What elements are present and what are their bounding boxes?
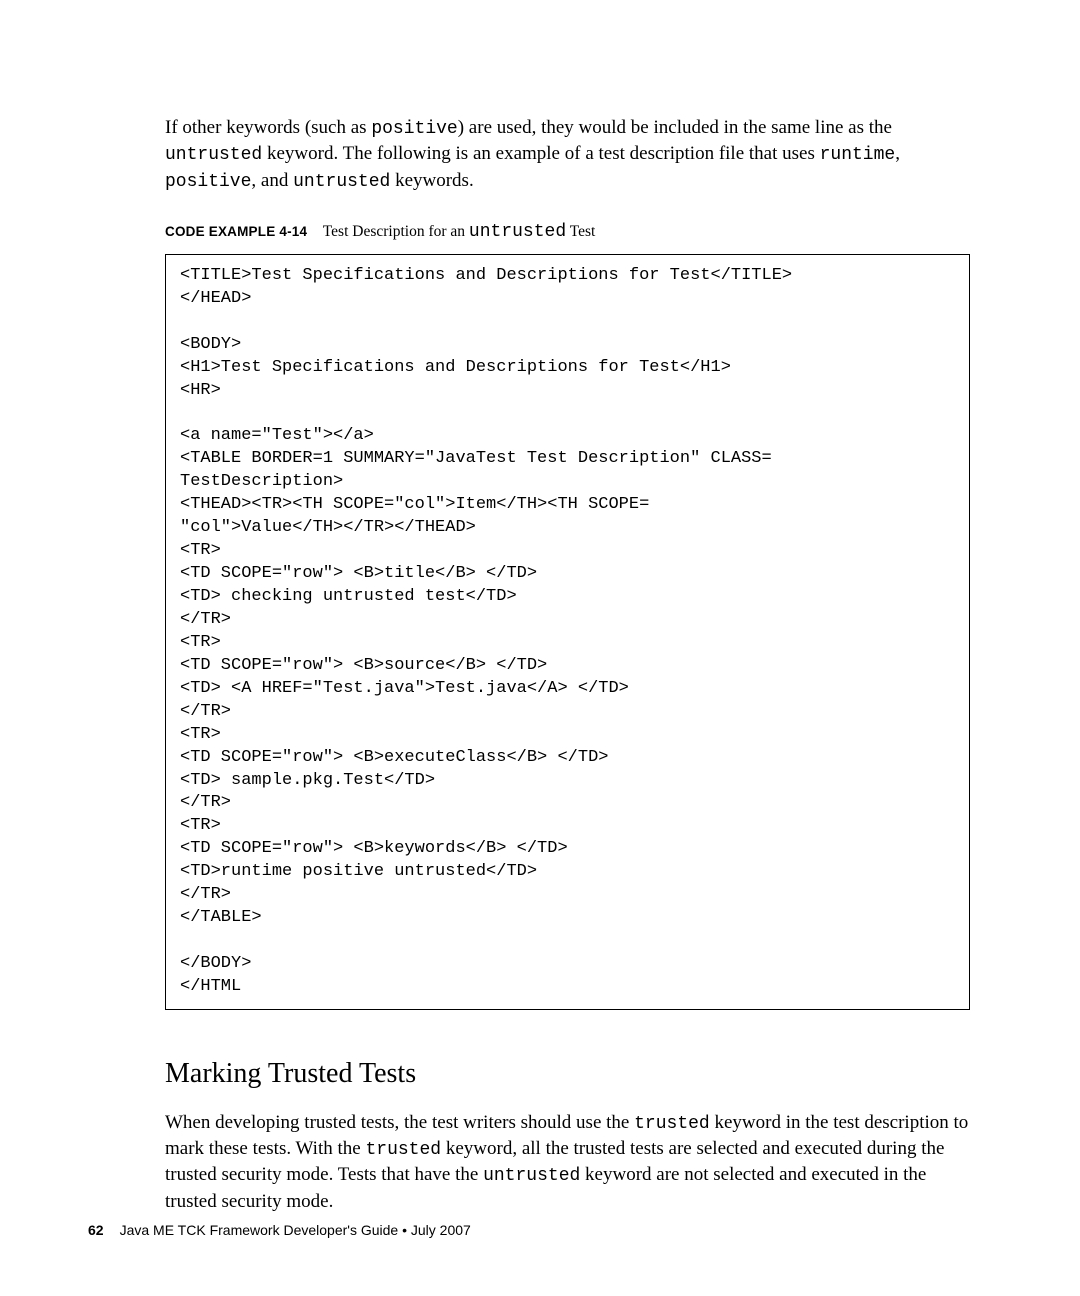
section-heading: Marking Trusted Tests xyxy=(165,1058,970,1090)
code-caption-text: Test Description for an xyxy=(323,223,469,240)
code-caption-text: Test xyxy=(566,223,595,240)
footer-text: Java ME TCK Framework Developer's Guide … xyxy=(120,1222,471,1238)
intro-code: untrusted xyxy=(293,172,390,192)
intro-code: untrusted xyxy=(165,145,262,165)
section-text: When developing trusted tests, the test … xyxy=(165,1112,634,1133)
intro-text: If other keywords (such as xyxy=(165,117,371,138)
intro-paragraph: If other keywords (such as positive) are… xyxy=(165,115,970,194)
code-caption: CODE EXAMPLE 4-14 Test Description for a… xyxy=(165,222,970,242)
intro-code: positive xyxy=(165,172,251,192)
section-code: trusted xyxy=(634,1114,710,1134)
intro-text: keyword. The following is an example of … xyxy=(262,143,819,164)
code-listing: <TITLE>Test Specifications and Descripti… xyxy=(180,265,955,999)
code-caption-label: CODE EXAMPLE 4-14 xyxy=(165,224,307,239)
code-example-box: <TITLE>Test Specifications and Descripti… xyxy=(165,254,970,1010)
page-number: 62 xyxy=(88,1222,104,1238)
intro-text: keywords. xyxy=(390,170,473,191)
intro-text: ) are used, they would be included in th… xyxy=(458,117,892,138)
code-caption-mono: untrusted xyxy=(469,222,566,242)
page: If other keywords (such as positive) are… xyxy=(0,0,1080,1296)
intro-text: , xyxy=(895,143,900,164)
intro-code: runtime xyxy=(820,145,896,165)
section-code: untrusted xyxy=(483,1166,580,1186)
page-footer: 62 Java ME TCK Framework Developer's Guid… xyxy=(88,1222,471,1238)
section-paragraph: When developing trusted tests, the test … xyxy=(165,1110,970,1215)
intro-text: , and xyxy=(251,170,293,191)
intro-code: positive xyxy=(371,119,457,139)
section-code: trusted xyxy=(365,1140,441,1160)
